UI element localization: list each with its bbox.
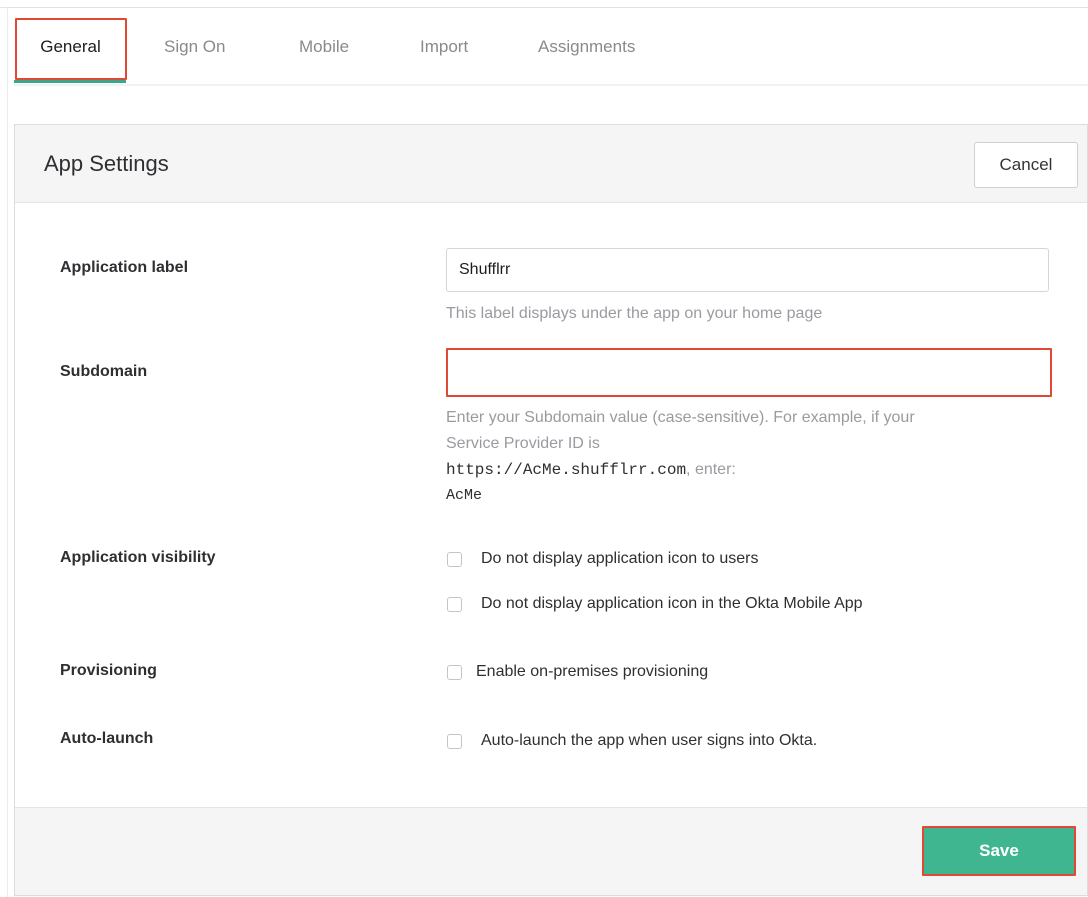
tabs-divider <box>14 84 1088 86</box>
save-button-label[interactable]: Save <box>926 830 1072 872</box>
subdomain-help: Enter your Subdomain value (case-sensiti… <box>446 405 915 509</box>
tab-assignments[interactable]: Assignments <box>538 14 635 82</box>
subdomain-example-value: AcMe <box>446 487 483 504</box>
panel-header: App Settings Cancel <box>15 125 1087 203</box>
on-premises-provisioning-checkbox[interactable] <box>447 664 462 680</box>
subdomain-example-url: https://AcMe.shufflrr.com <box>446 461 687 479</box>
subdomain-help-line-3: https://AcMe.shufflrr.com, enter: <box>446 457 915 483</box>
on-premises-provisioning-label[interactable]: Enable on-premises provisioning <box>476 663 708 681</box>
tab-mobile[interactable]: Mobile <box>299 14 349 82</box>
window-left-border <box>7 7 8 897</box>
save-button[interactable]: Save <box>922 826 1076 876</box>
tab-import[interactable]: Import <box>420 14 468 82</box>
subdomain-input[interactable] <box>446 348 1052 397</box>
auto-launch-option-label[interactable]: Auto-launch the app when user signs into… <box>481 732 817 750</box>
application-label-input[interactable] <box>446 248 1049 292</box>
hide-icon-users-label[interactable]: Do not display application icon to users <box>481 550 759 568</box>
cancel-button[interactable]: Cancel <box>974 142 1078 188</box>
application-label-help: This label displays under the app on you… <box>446 305 823 322</box>
tab-bar: General Sign On Mobile Import Assignment… <box>14 14 1088 84</box>
hide-icon-users-checkbox[interactable] <box>447 551 462 567</box>
hide-icon-mobile-checkbox[interactable] <box>447 596 462 612</box>
on-premises-provisioning-option[interactable]: Enable on-premises provisioning <box>447 660 708 684</box>
tab-sign-on[interactable]: Sign On <box>164 14 225 82</box>
panel-footer: Save <box>15 807 1087 895</box>
window-top-border <box>0 7 1088 8</box>
panel-title: App Settings <box>44 151 169 176</box>
application-visibility-label: Application visibility <box>60 549 216 566</box>
subdomain-help-enter: , enter: <box>686 461 736 478</box>
provisioning-label: Provisioning <box>60 662 157 679</box>
auto-launch-checkbox[interactable] <box>447 733 462 749</box>
subdomain-help-line-1: Enter your Subdomain value (case-sensiti… <box>446 409 915 426</box>
subdomain-label: Subdomain <box>60 363 148 380</box>
tab-general-highlight <box>15 18 127 80</box>
hide-icon-users-option[interactable]: Do not display application icon to users <box>447 547 759 571</box>
hide-icon-mobile-option[interactable]: Do not display application icon in the O… <box>447 592 863 616</box>
application-label-label: Application label <box>60 259 189 276</box>
active-tab-indicator <box>14 80 126 83</box>
app-settings-panel: App Settings Cancel Application label Th… <box>14 124 1088 896</box>
auto-launch-option[interactable]: Auto-launch the app when user signs into… <box>447 729 817 753</box>
auto-launch-label: Auto-launch <box>60 730 154 747</box>
subdomain-help-line-2: Service Provider ID is <box>446 435 600 452</box>
hide-icon-mobile-label[interactable]: Do not display application icon in the O… <box>481 595 863 613</box>
